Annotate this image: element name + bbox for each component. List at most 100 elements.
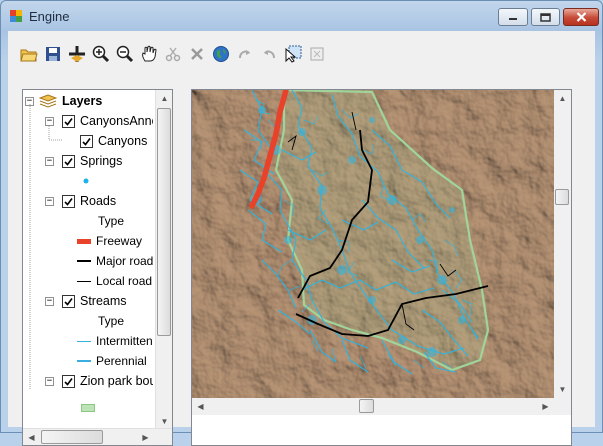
undo-icon xyxy=(263,50,275,59)
collapse-icon[interactable]: − xyxy=(45,156,54,166)
redo-button[interactable] xyxy=(234,43,255,65)
toc-layer-springs[interactable]: − Springs xyxy=(45,151,122,171)
scroll-up-arrow-icon[interactable]: ▲ xyxy=(554,90,571,107)
cut-button[interactable] xyxy=(162,43,183,65)
zoom-in-button[interactable] xyxy=(90,43,111,65)
save-icon xyxy=(45,47,60,61)
delete-icon xyxy=(190,48,203,60)
layer-label: CanyonsAnno xyxy=(80,114,153,128)
scrollbar-thumb[interactable] xyxy=(157,108,171,336)
toc-layer-canyonsanno[interactable]: − CanyonsAnno xyxy=(45,111,153,131)
full-extent-button[interactable] xyxy=(210,43,231,65)
scrollbar-thumb[interactable] xyxy=(41,430,103,444)
checkmark-icon xyxy=(64,197,73,206)
scroll-up-arrow-icon[interactable]: ▲ xyxy=(156,90,172,107)
major-road-line-symbol xyxy=(77,260,91,262)
layers-toc[interactable]: − Layers − CanyonsAnno Canyons − Springs… xyxy=(22,89,173,446)
layer-checkbox[interactable] xyxy=(62,154,75,168)
client-area: − Layers − CanyonsAnno Canyons − Springs… xyxy=(8,31,595,446)
title-bar[interactable]: Engine xyxy=(1,1,602,31)
scrollbar-thumb[interactable] xyxy=(359,399,374,413)
layer-label: Roads xyxy=(80,194,117,208)
scroll-right-arrow-icon[interactable]: ▶ xyxy=(137,429,154,445)
boundary-fill-symbol xyxy=(81,404,95,412)
full-extent-icon xyxy=(212,46,229,62)
layer-checkbox[interactable] xyxy=(62,294,75,308)
layer-checkbox[interactable] xyxy=(62,114,75,128)
toc-horizontal-scrollbar[interactable]: ◀ ▶ xyxy=(23,428,172,445)
scroll-left-arrow-icon[interactable]: ◀ xyxy=(192,398,209,415)
map-control[interactable]: ▲ ▼ ◀ ▶ xyxy=(191,89,572,446)
window-title: Engine xyxy=(29,9,70,24)
legend-label: Local road xyxy=(96,274,153,288)
map-vertical-scrollbar[interactable]: ▲ ▼ xyxy=(554,90,571,398)
checkmark-icon xyxy=(64,157,73,166)
legend-label: Freeway xyxy=(96,234,143,248)
clear-selection-icon xyxy=(310,47,323,61)
layer-label: Springs xyxy=(80,154,123,168)
toc-layer-zion-boundary[interactable]: − Zion park boundary xyxy=(45,371,153,391)
toc-layer-roads[interactable]: − Roads xyxy=(45,191,116,211)
minimize-button[interactable] xyxy=(498,8,528,26)
legend-label: Intermittent xyxy=(96,334,153,348)
close-button[interactable] xyxy=(563,8,599,26)
legend-local-road: Local road xyxy=(77,271,152,291)
map-horizontal-scrollbar[interactable]: ◀ ▶ xyxy=(192,398,554,415)
add-data-button[interactable] xyxy=(66,43,87,65)
open-icon xyxy=(19,49,38,62)
legend-heading: Type xyxy=(98,311,124,331)
collapse-icon[interactable]: − xyxy=(45,376,54,386)
zoom-out-button[interactable] xyxy=(114,43,135,65)
select-features-icon xyxy=(285,45,301,63)
collapse-icon[interactable]: − xyxy=(45,116,54,126)
local-road-line-symbol xyxy=(77,280,91,282)
legend-boundary xyxy=(81,391,100,412)
scrollbar-thumb[interactable] xyxy=(555,189,569,205)
maximize-button[interactable] xyxy=(531,8,560,26)
layer-label: Canyons xyxy=(98,134,148,148)
toc-layer-streams[interactable]: − Streams xyxy=(45,291,127,311)
legend-major-road: Major road xyxy=(77,251,153,271)
legend-perennial: Perennial xyxy=(77,351,147,371)
checkmark-icon xyxy=(82,137,91,146)
layer-checkbox[interactable] xyxy=(62,194,75,208)
scroll-right-arrow-icon[interactable]: ▶ xyxy=(537,398,554,415)
scroll-down-arrow-icon[interactable]: ▼ xyxy=(554,381,571,398)
legend-label: Major road xyxy=(96,254,153,268)
legend-intermittent: Intermittent xyxy=(77,331,153,351)
engine-window: Engine − Layers − CanyonsAnno Canyons − … xyxy=(0,0,603,446)
save-button[interactable] xyxy=(42,43,63,65)
collapse-icon[interactable]: − xyxy=(45,196,54,206)
point-symbol-icon xyxy=(83,178,89,184)
undo-button[interactable] xyxy=(258,43,279,65)
close-icon xyxy=(576,12,586,22)
open-button[interactable] xyxy=(18,43,39,65)
legend-label: Perennial xyxy=(96,354,147,368)
checkmark-icon xyxy=(64,297,73,306)
zoom-out-icon xyxy=(116,45,133,63)
redo-icon xyxy=(238,50,250,59)
layer-label: Streams xyxy=(80,294,127,308)
toc-sublayer-canyons[interactable]: Canyons xyxy=(66,131,147,151)
cut-icon xyxy=(165,47,180,62)
minimize-icon xyxy=(509,18,517,20)
select-features-button[interactable] xyxy=(282,43,303,65)
map-canvas[interactable] xyxy=(192,90,554,398)
legend-spring-point xyxy=(81,171,96,191)
add-data-icon xyxy=(68,46,85,62)
collapse-icon[interactable]: − xyxy=(45,296,54,306)
scroll-left-arrow-icon[interactable]: ◀ xyxy=(23,429,40,445)
pan-button[interactable] xyxy=(138,43,159,65)
layer-checkbox[interactable] xyxy=(62,374,75,388)
zoom-in-icon xyxy=(92,45,109,63)
clear-selection-button[interactable] xyxy=(306,43,327,65)
scrollbar-corner xyxy=(554,398,571,415)
toc-vertical-scrollbar[interactable]: ▲ ▼ xyxy=(155,90,172,430)
app-icon xyxy=(10,10,22,22)
layer-checkbox[interactable] xyxy=(80,134,93,148)
delete-button[interactable] xyxy=(186,43,207,65)
checkmark-icon xyxy=(64,377,73,386)
toolbar xyxy=(18,43,327,67)
perennial-line-symbol xyxy=(77,360,91,362)
maximize-icon xyxy=(540,12,551,22)
